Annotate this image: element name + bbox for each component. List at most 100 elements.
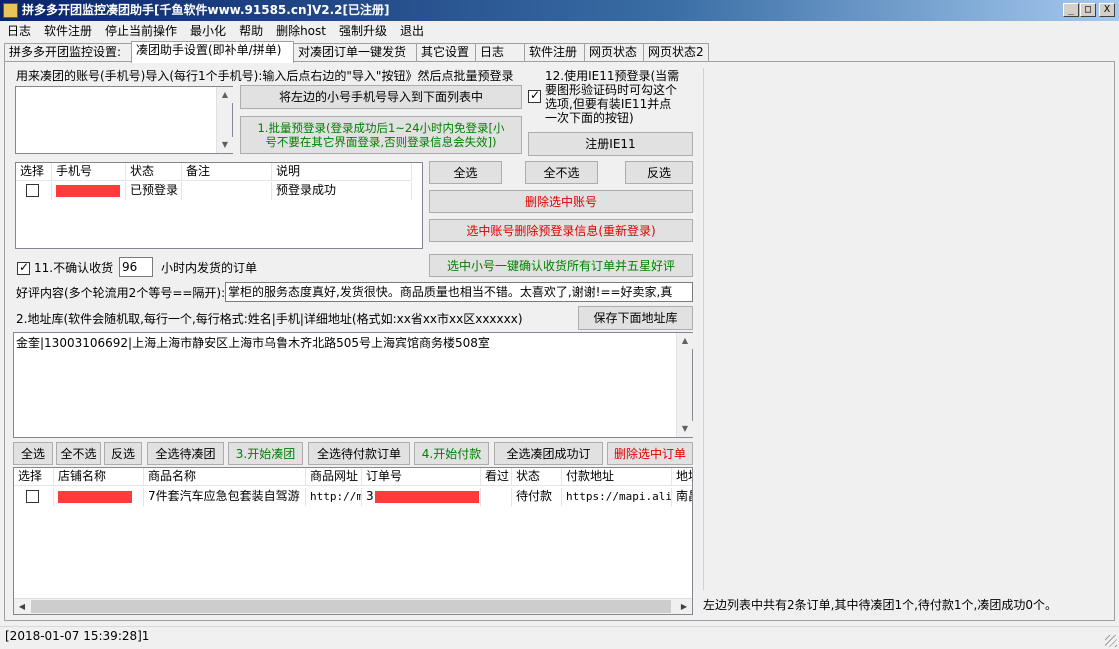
menu-log[interactable]: 日志 <box>0 21 37 39</box>
address-scrollbar[interactable]: ▲ ▼ <box>676 333 693 437</box>
panel-divider <box>703 68 704 590</box>
col-select[interactable]: 选择 <box>16 163 52 181</box>
status-bar: [2018-01-07 15:39:28]1 <box>0 626 1119 649</box>
delete-selected-orders-button[interactable]: 删除选中订单 <box>607 442 693 465</box>
invert-orders-button[interactable]: 反选 <box>104 442 142 465</box>
col-order-no[interactable]: 订单号 <box>362 468 481 486</box>
col-viewed[interactable]: 看过 <box>481 468 512 486</box>
address-textarea[interactable]: 金奎|13003106692|上海上海市静安区上海市乌鲁木齐北路505号上海宾馆… <box>13 332 693 438</box>
col-select[interactable]: 选择 <box>14 468 54 486</box>
ie11-checkbox[interactable] <box>528 88 541 103</box>
col-phone[interactable]: 手机号 <box>52 163 126 181</box>
status-text: [2018-01-07 15:39:28]1 <box>5 629 150 643</box>
select-none-accounts-button[interactable]: 全不选 <box>525 161 598 184</box>
maximize-button[interactable]: □ <box>1080 3 1096 17</box>
row-checkbox[interactable] <box>26 184 39 197</box>
menu-help[interactable]: 帮助 <box>232 21 269 39</box>
delete-selected-accounts-button[interactable]: 删除选中账号 <box>429 190 693 213</box>
select-group-success-button[interactable]: 全选凑团成功订 <box>494 442 603 465</box>
menu-stop[interactable]: 停止当前操作 <box>98 21 183 39</box>
menu-minimize[interactable]: 最小化 <box>183 21 232 39</box>
col-status[interactable]: 状态 <box>512 468 562 486</box>
select-all-accounts-button[interactable]: 全选 <box>429 161 502 184</box>
scroll-down-icon[interactable]: ▼ <box>217 137 233 153</box>
tab-web-status-2[interactable]: 网页状态2 <box>643 43 709 62</box>
url-cell: http://m <box>306 488 362 506</box>
redacted-phone <box>56 184 120 197</box>
phone-import-textarea[interactable]: ▲ ▼ <box>15 86 233 154</box>
tab-one-click-ship[interactable]: 对凑团订单一键发货 <box>293 43 417 62</box>
order-table-hscrollbar[interactable]: ◀ ▶ <box>14 598 692 614</box>
review-label: 好评内容(多个轮流用2个等号==隔开): <box>16 286 226 300</box>
status-cell: 待付款 <box>512 488 562 506</box>
register-ie11-button[interactable]: 注册IE11 <box>528 132 693 156</box>
order-table-header: 选择 店铺名称 商品名称 商品网址 订单号 看过 状态 付款地址 地址 <box>14 468 692 486</box>
import-phones-button[interactable]: 将左边的小号手机号导入到下面列表中 <box>240 85 522 109</box>
redacted-order-no <box>374 490 479 503</box>
address-label: 2.地址库(软件会随机取,每行一个,每行格式:姓名|手机|详细地址(格式如:xx… <box>16 312 523 326</box>
resize-grip-icon[interactable] <box>1105 635 1117 647</box>
redacted-shop <box>58 490 132 503</box>
col-product[interactable]: 商品名称 <box>144 468 306 486</box>
tab-registration[interactable]: 软件注册 <box>524 43 585 62</box>
hours-suffix-label: 小时内发货的订单 <box>161 261 258 275</box>
review-input[interactable]: 掌柜的服务态度真好,发货很快。商品质量也相当不错。太喜欢了,谢谢!==好卖家,真 <box>225 282 693 302</box>
scroll-up-icon[interactable]: ▲ <box>217 87 233 103</box>
select-pending-pay-button[interactable]: 全选待付款订单 <box>308 442 410 465</box>
col-shop[interactable]: 店铺名称 <box>54 468 144 486</box>
save-address-button[interactable]: 保存下面地址库 <box>578 306 693 330</box>
scroll-thumb[interactable] <box>31 600 671 613</box>
col-url[interactable]: 商品网址 <box>306 468 362 486</box>
menu-force-upgrade[interactable]: 强制升级 <box>332 21 393 39</box>
col-status[interactable]: 状态 <box>126 163 182 181</box>
address-line: 金奎|13003106692|上海上海市静安区上海市乌鲁木齐北路505号上海宾馆… <box>16 336 490 350</box>
menu-exit[interactable]: 退出 <box>393 21 430 39</box>
select-pending-group-button[interactable]: 全选待凑团 <box>147 442 224 465</box>
col-pay-url[interactable]: 付款地址 <box>562 468 672 486</box>
order-table: 选择 店铺名称 商品名称 商品网址 订单号 看过 状态 付款地址 地址 7件套汽… <box>13 467 693 615</box>
hours-input[interactable]: 96 <box>119 257 153 277</box>
order-no-cell: 3 <box>362 488 481 506</box>
col-desc[interactable]: 说明 <box>272 163 412 181</box>
auto-confirm-label: 11.不确认收货 <box>34 261 114 275</box>
invert-accounts-button[interactable]: 反选 <box>625 161 693 184</box>
delete-prelogin-button[interactable]: 选中账号删除预登录信息(重新登录) <box>429 219 693 242</box>
account-table: 选择 手机号 状态 备注 说明 已预登录 预登录成功 <box>15 162 423 249</box>
phone-cell <box>52 182 126 200</box>
menu-bar: 日志 软件注册 停止当前操作 最小化 帮助 删除host 强制升级 退出 <box>0 21 1119 40</box>
select-all-orders-button[interactable]: 全选 <box>13 442 53 465</box>
tab-log[interactable]: 日志 <box>475 43 525 62</box>
row-checkbox[interactable] <box>26 490 39 503</box>
status-cell: 已预登录 <box>126 182 182 200</box>
scroll-down-icon[interactable]: ▼ <box>677 421 693 437</box>
minimize-button[interactable]: _ <box>1063 3 1079 17</box>
auto-confirm-checkbox[interactable] <box>17 260 30 275</box>
scroll-up-icon[interactable]: ▲ <box>677 333 693 349</box>
tab-web-status[interactable]: 网页状态 <box>584 43 644 62</box>
close-button[interactable]: X <box>1099 3 1115 17</box>
confirm-receipt-button[interactable]: 选中小号一键确认收货所有订单并五星好评 <box>429 254 693 277</box>
table-row[interactable]: 7件套汽车应急包套装自驾游 http://m 3 待付款 https://map… <box>14 488 692 507</box>
app-icon <box>3 3 18 18</box>
start-group-button[interactable]: 3.开始凑团 <box>228 442 303 465</box>
tab-monitor-settings[interactable]: 拼多多开团监控设置: <box>4 43 132 62</box>
menu-delete-host[interactable]: 删除host <box>269 21 332 39</box>
batch-prelogin-button[interactable]: 1.批量预登录(登录成功后1~24小时内免登录[小 号不要在其它界面登录,否则登… <box>240 116 522 154</box>
import-scrollbar[interactable]: ▲ ▼ <box>216 87 233 153</box>
col-note[interactable]: 备注 <box>182 163 272 181</box>
tab-other-settings[interactable]: 其它设置 <box>416 43 476 62</box>
account-table-header: 选择 手机号 状态 备注 说明 <box>16 163 412 181</box>
select-none-orders-button[interactable]: 全不选 <box>56 442 101 465</box>
menu-register[interactable]: 软件注册 <box>37 21 98 39</box>
col-address[interactable]: 地址 <box>672 468 692 486</box>
address-cell: 南昌 <box>672 488 692 506</box>
scroll-right-icon[interactable]: ▶ <box>676 599 692 614</box>
shop-cell <box>54 488 144 506</box>
desc-cell: 预登录成功 <box>272 182 412 200</box>
start-pay-button[interactable]: 4.开始付款 <box>414 442 489 465</box>
import-instructions: 用来凑团的账号(手机号)导入(每行1个手机号):输入后点右边的"导入"按钮》然后… <box>16 69 514 83</box>
viewed-cell <box>481 488 512 506</box>
table-row[interactable]: 已预登录 预登录成功 <box>16 182 412 201</box>
scroll-left-icon[interactable]: ◀ <box>14 599 30 614</box>
tab-group-helper[interactable]: 凑团助手设置(即补单/拼单) <box>131 41 294 63</box>
